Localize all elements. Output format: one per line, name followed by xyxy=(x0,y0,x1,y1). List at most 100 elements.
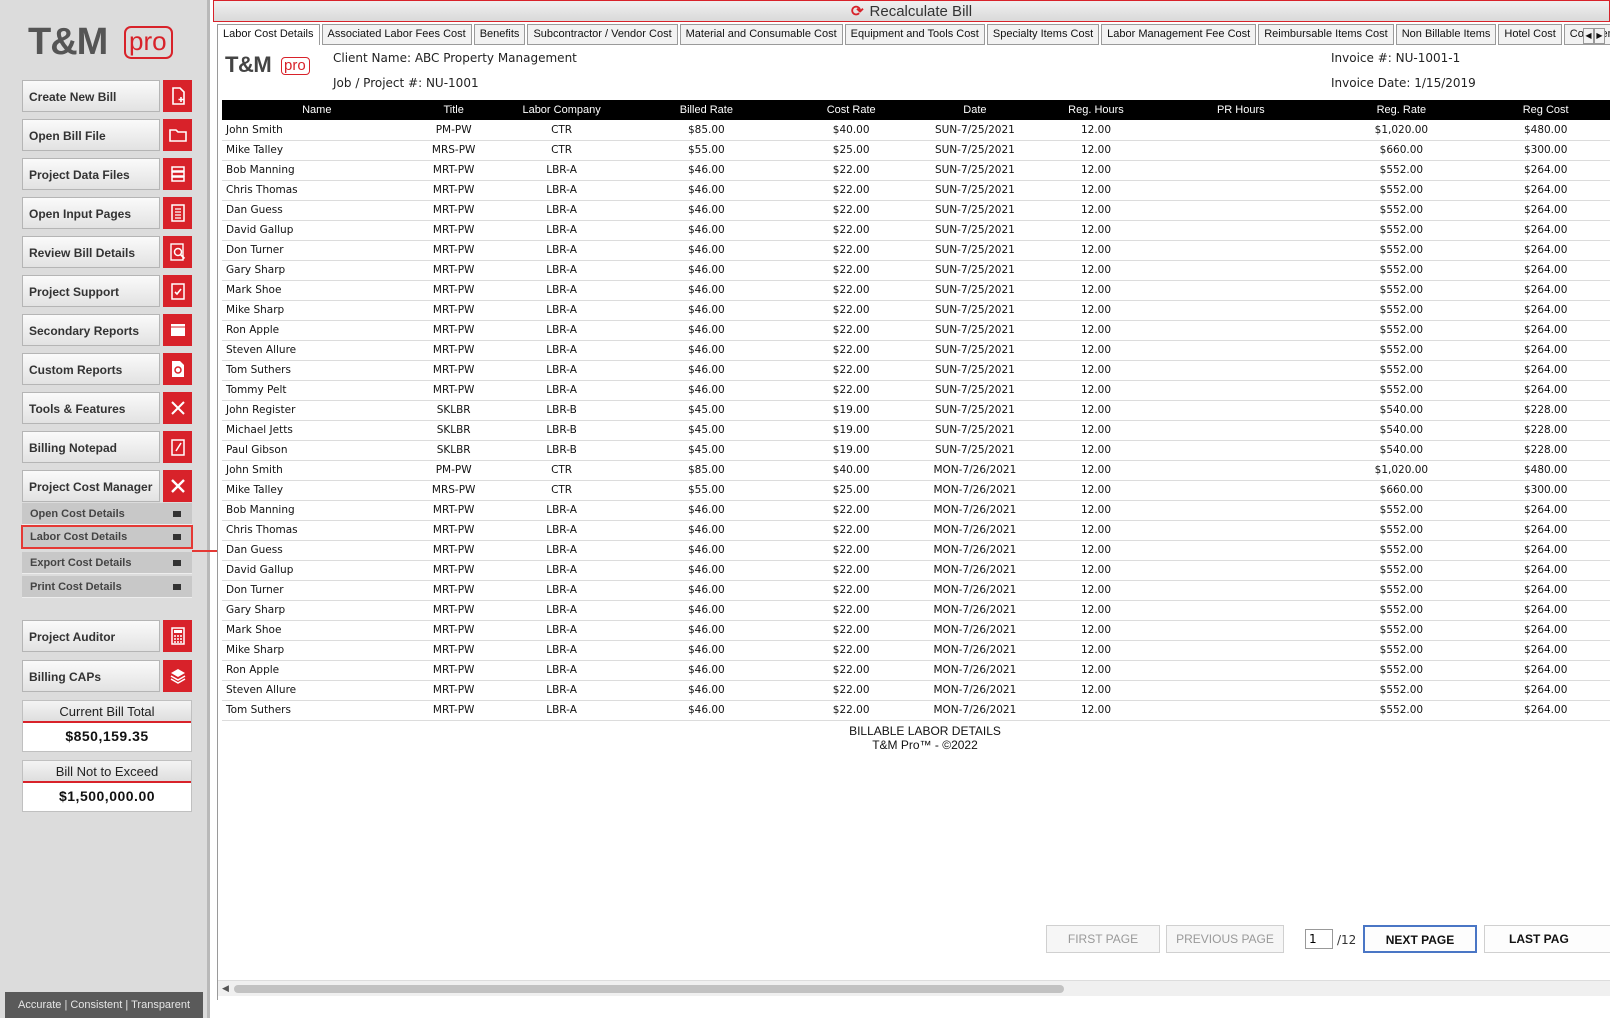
table-row[interactable]: Gary Sharp MRT-PW LBR-A $46.00 $22.00 MON-7/2… xyxy=(222,600,1610,621)
open-cost-details-item[interactable]: Open Cost Details xyxy=(22,503,192,525)
last-page-button[interactable]: LAST PAG xyxy=(1484,925,1610,953)
table-cell: Mark Shoe xyxy=(222,620,412,641)
next-page-button[interactable]: NEXT PAGE xyxy=(1363,925,1477,953)
billing-caps-button[interactable]: Billing CAPs xyxy=(22,660,192,692)
table-row[interactable]: Tommy Pelt MRT-PW LBR-A $46.00 $22.00 SUN-7/2… xyxy=(222,380,1610,401)
table-row[interactable]: Chris Thomas MRT-PW LBR-A $46.00 $22.00 SUN-7… xyxy=(222,180,1610,201)
table-cell: $46.00 xyxy=(627,700,786,721)
table-row[interactable]: David Gallup MRT-PW LBR-A $46.00 $22.00 SUN-7… xyxy=(222,220,1610,241)
table-row[interactable]: David Gallup MRT-PW LBR-A $46.00 $22.00 MON-7… xyxy=(222,560,1610,581)
project-cost-manager-button[interactable]: Project Cost Manager xyxy=(22,470,192,502)
table-row[interactable]: Mike Talley MRS-PW CTR $55.00 $25.00 SUN-7/25… xyxy=(222,140,1610,161)
table-row[interactable]: Paul Gibson SKLBR LBR-B $45.00 $19.00 SUN-7/2… xyxy=(222,440,1610,461)
table-cell: $22.00 xyxy=(785,360,917,381)
table-cell: $552.00 xyxy=(1322,620,1481,641)
table-row[interactable]: Ron Apple MRT-PW LBR-A $46.00 $22.00 MON-7/26… xyxy=(222,660,1610,681)
create-new-bill-button[interactable]: Create New Bill xyxy=(22,80,192,112)
column-header: Name xyxy=(222,100,412,120)
custom-reports-button[interactable]: Custom Reports xyxy=(22,353,192,385)
table-cell: 12.00 xyxy=(1032,200,1160,221)
table-cell xyxy=(1159,120,1323,141)
close-icon[interactable] xyxy=(163,470,192,502)
previous-page-button[interactable]: PREVIOUS PAGE xyxy=(1166,925,1284,953)
table-cell: $264.00 xyxy=(1480,320,1610,341)
table-cell: Steven Allure xyxy=(222,680,412,701)
table-row[interactable]: Don Turner MRT-PW LBR-A $46.00 $22.00 MON-7/2… xyxy=(222,580,1610,601)
table-row[interactable]: John Smith PM-PW CTR $85.00 $40.00 SUN-7/25/2… xyxy=(222,120,1610,141)
table-row[interactable]: Steven Allure MRT-PW LBR-A $46.00 $22.00 MON-… xyxy=(222,680,1610,701)
tab-labor-cost-details[interactable]: Labor Cost Details xyxy=(217,24,320,45)
tab-hotel-cost[interactable]: Hotel Cost xyxy=(1498,24,1562,45)
scrollbar-thumb[interactable] xyxy=(234,985,1064,993)
table-row[interactable]: Don Turner MRT-PW LBR-A $46.00 $22.00 SUN-7/2… xyxy=(222,240,1610,261)
table-row[interactable]: Gary Sharp MRT-PW LBR-A $46.00 $22.00 SUN-7/2… xyxy=(222,260,1610,281)
table-cell: $46.00 xyxy=(627,380,786,401)
project-auditor-button[interactable]: Project Auditor xyxy=(22,620,192,652)
table-cell: 12.00 xyxy=(1032,320,1160,341)
table-cell: $22.00 xyxy=(785,160,917,181)
tab-equipment-and-tools-cost[interactable]: Equipment and Tools Cost xyxy=(844,24,985,45)
button-label: Project Auditor xyxy=(22,620,160,652)
button-label: Tools & Features xyxy=(22,392,160,424)
sidebar: T&M pro Create New Bill Open Bill File P… xyxy=(0,0,210,1018)
scroll-right-icon[interactable]: ▶ xyxy=(1594,28,1605,44)
table-row[interactable]: Mike Sharp MRT-PW LBR-A $46.00 $22.00 SUN-7/2… xyxy=(222,300,1610,321)
table-row[interactable]: Bob Manning MRT-PW LBR-A $46.00 $22.00 MON-7/… xyxy=(222,500,1610,521)
review-bill-details-button[interactable]: Review Bill Details xyxy=(22,236,192,268)
tab-specialty-items-cost[interactable]: Specialty Items Cost xyxy=(986,24,1100,45)
labor-cost-details-item[interactable]: Labor Cost Details xyxy=(21,525,193,549)
open-bill-file-button[interactable]: Open Bill File xyxy=(22,119,192,151)
table-cell: Michael Jetts xyxy=(222,420,412,441)
table-row[interactable]: Dan Guess MRT-PW LBR-A $46.00 $22.00 MON-7/26… xyxy=(222,540,1610,561)
table-row[interactable]: Bob Manning MRT-PW LBR-A $46.00 $22.00 SUN-7/… xyxy=(222,160,1610,181)
table-cell: $46.00 xyxy=(627,300,786,321)
page-total: /12 xyxy=(1337,933,1357,947)
scroll-left-arrow-icon[interactable]: ◀ xyxy=(222,984,229,994)
table-row[interactable]: Mike Sharp MRT-PW LBR-A $46.00 $22.00 MON-7/2… xyxy=(222,640,1610,661)
table-row[interactable]: Dan Guess MRT-PW LBR-A $46.00 $22.00 SUN-7/25… xyxy=(222,200,1610,221)
table-cell: $45.00 xyxy=(627,400,786,421)
table-cell: $264.00 xyxy=(1480,700,1610,721)
table-cell: $46.00 xyxy=(627,260,786,281)
table-row[interactable]: Steven Allure MRT-PW LBR-A $46.00 $22.00 SUN-… xyxy=(222,340,1610,361)
tab-reimbursable-items-cost[interactable]: Reimbursable Items Cost xyxy=(1258,24,1394,45)
table-row[interactable]: Tom Suthers MRT-PW LBR-A $46.00 $22.00 SUN-7/… xyxy=(222,360,1610,381)
table-cell xyxy=(1159,320,1323,341)
project-data-files-button[interactable]: Project Data Files xyxy=(22,158,192,190)
table-row[interactable]: Michael Jetts SKLBR LBR-B $45.00 $19.00 SUN-7… xyxy=(222,420,1610,441)
first-page-button[interactable]: FIRST PAGE xyxy=(1046,925,1160,953)
table-cell: $22.00 xyxy=(785,680,917,701)
print-cost-details-item[interactable]: Print Cost Details xyxy=(22,576,192,598)
export-cost-details-item[interactable]: Export Cost Details xyxy=(22,552,192,574)
table-row[interactable]: Mike Talley MRS-PW CTR $55.00 $25.00 MON-7/26… xyxy=(222,480,1610,501)
project-support-button[interactable]: Project Support xyxy=(22,275,192,307)
tab-benefits[interactable]: Benefits xyxy=(473,24,526,45)
secondary-reports-button[interactable]: Secondary Reports xyxy=(22,314,192,346)
tab-material-and-consumable-cost[interactable]: Material and Consumable Cost xyxy=(679,24,843,45)
table-row[interactable]: Chris Thomas MRT-PW LBR-A $46.00 $22.00 MON-7… xyxy=(222,520,1610,541)
open-input-pages-button[interactable]: Open Input Pages xyxy=(22,197,192,229)
tab-associated-labor-fees-cost[interactable]: Associated Labor Fees Cost xyxy=(321,24,472,45)
tools-features-button[interactable]: Tools & Features xyxy=(22,392,192,424)
recalculate-bill-button[interactable]: ⟳ Recalculate Bill xyxy=(213,0,1610,22)
page-number-input[interactable] xyxy=(1305,929,1333,949)
table-cell: $55.00 xyxy=(627,480,786,501)
tab-subcontractor-vendor-cost[interactable]: Subcontractor / Vendor Cost xyxy=(527,24,678,45)
horizontal-scrollbar[interactable]: ◀ xyxy=(218,980,1610,996)
table-row[interactable]: Tom Suthers MRT-PW LBR-A $46.00 $22.00 MON-7/… xyxy=(222,700,1610,721)
scroll-left-icon[interactable]: ◀ xyxy=(1583,28,1594,44)
table-row[interactable]: John Smith PM-PW CTR $85.00 $40.00 MON-7/26/2… xyxy=(222,460,1610,481)
table-row[interactable]: Ron Apple MRT-PW LBR-A $46.00 $22.00 SUN-7/25… xyxy=(222,320,1610,341)
billing-notepad-button[interactable]: Billing Notepad xyxy=(22,431,192,463)
table-row[interactable]: Mark Shoe MRT-PW LBR-A $46.00 $22.00 SUN-7/25… xyxy=(222,280,1610,301)
layers-icon xyxy=(163,660,192,692)
table-cell: SUN-7/25/2021 xyxy=(916,280,1033,301)
table-row[interactable]: Mark Shoe MRT-PW LBR-A $46.00 $22.00 MON-7/26… xyxy=(222,620,1610,641)
notepad-icon xyxy=(163,431,192,463)
table-cell: 12.00 xyxy=(1032,180,1160,201)
table-row[interactable]: John Register SKLBR LBR-B $45.00 $19.00 SUN-7… xyxy=(222,400,1610,421)
column-header: Title xyxy=(411,100,496,120)
tab-labor-management-fee-cost[interactable]: Labor Management Fee Cost xyxy=(1101,24,1257,45)
bill-not-to-exceed-label: Bill Not to Exceed xyxy=(23,761,191,783)
tab-non-billable-items[interactable]: Non Billable Items xyxy=(1395,24,1497,45)
